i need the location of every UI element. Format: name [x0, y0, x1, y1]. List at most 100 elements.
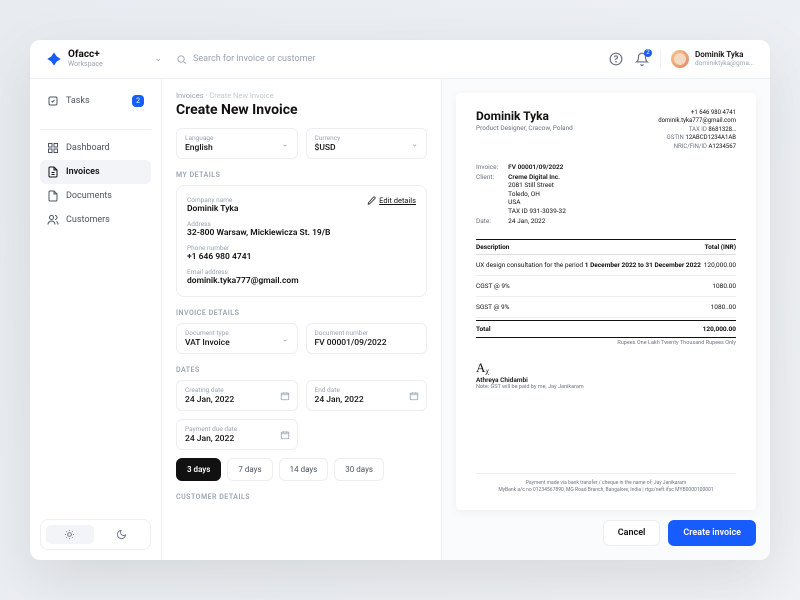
chevron-down-icon: ⌄ [411, 139, 418, 148]
tasks-badge: 2 [132, 95, 144, 107]
sidebar-label: Customers [66, 215, 110, 225]
field-value: 24 Jan, 2022 [185, 434, 289, 444]
field-label: Currency [315, 134, 419, 142]
sgst-label: SGST @ 9% [476, 303, 509, 311]
tasks-icon [47, 95, 59, 107]
total-label: Total [476, 325, 491, 333]
sun-icon [64, 529, 75, 540]
brand-logo-icon [46, 51, 62, 67]
sidebar-item-customers[interactable]: Customers [40, 208, 151, 232]
pill-7days[interactable]: 7 days [227, 458, 272, 481]
pill-14days[interactable]: 14 days [279, 458, 329, 481]
field-value: English [185, 143, 289, 153]
field-label: Payment due date [185, 425, 289, 433]
pill-30days[interactable]: 30 days [334, 458, 384, 481]
calendar-icon [280, 391, 290, 401]
breadcrumb-root[interactable]: Invoices [176, 91, 204, 100]
signature-name: Athreya Chidambi [476, 376, 736, 384]
my-details-card: Edit details Company name Dominik Tyka A… [176, 185, 427, 297]
doc-type-select[interactable]: Document type VAT Invoice ⌄ [176, 323, 298, 354]
app-window: Ofacc+ Workspace ⌄ Search for invoice or… [30, 40, 770, 560]
address-label: Address [187, 220, 416, 228]
body: Tasks 2 Dashboard Invoices Documents Cus… [30, 79, 770, 560]
notification-badge: 2 [644, 49, 652, 57]
field-value: FV 00001/09/2022 [315, 338, 419, 348]
invoices-icon [47, 166, 59, 178]
user-menu[interactable]: Dominik Tyka dominiktyka@gma... [660, 50, 754, 68]
chevron-down-icon: ⌄ [154, 54, 162, 64]
phone-label: Phone number [187, 244, 416, 252]
brand-subtitle: Workspace [68, 60, 103, 68]
doc-footer: Payment made via bank transfer / cheque … [476, 473, 736, 494]
help-icon [609, 52, 623, 66]
sgst-value: 1080..00 [711, 303, 736, 311]
dashboard-icon [47, 142, 59, 154]
notifications-button[interactable]: 2 [634, 51, 650, 67]
field-label: Document number [315, 329, 419, 337]
sidebar-item-documents[interactable]: Documents [40, 184, 151, 208]
help-button[interactable] [608, 51, 624, 67]
avatar [671, 50, 689, 68]
calendar-icon [280, 430, 290, 440]
field-value: $USD [315, 143, 419, 153]
email-value: dominik.tyka777@gmail.com [187, 276, 416, 286]
search-input[interactable]: Search for invoice or customer [176, 54, 594, 65]
signature-mark: Aᵪ [476, 360, 736, 376]
doc-meta: +1 646 980 4741 dominik.tyka777@gmail.co… [658, 109, 736, 151]
doc-name: Dominik Tyka [476, 109, 573, 123]
form-pane: Invoices · Create New Invoice Create New… [162, 79, 442, 560]
edit-details-link[interactable]: Edit details [367, 196, 416, 205]
th-desc: Description [476, 243, 509, 251]
preview-pane: Dominik Tyka Product Designer, Cracow, P… [442, 79, 770, 560]
pill-3days[interactable]: 3 days [176, 458, 221, 481]
section-dates: DATES [176, 366, 427, 374]
end-date-input[interactable]: End date 24 Jan, 2022 [306, 380, 428, 411]
doc-number-input[interactable]: Document number FV 00001/09/2022 [306, 323, 428, 354]
language-select[interactable]: Language English ⌄ [176, 128, 298, 159]
page-title: Create New Invoice [176, 102, 427, 118]
top-actions: 2 Dominik Tyka dominiktyka@gma... [608, 50, 754, 68]
cancel-button[interactable]: Cancel [603, 520, 661, 546]
customers-icon [47, 214, 59, 226]
total-value: 120,000.00 [703, 325, 736, 333]
create-invoice-button[interactable]: Create invoice [668, 520, 756, 546]
field-value: 24 Jan, 2022 [185, 395, 289, 405]
sidebar: Tasks 2 Dashboard Invoices Documents Cus… [30, 79, 162, 560]
theme-light-button[interactable] [46, 525, 94, 544]
line-total: 120,000.00 [704, 261, 736, 269]
address-value: 32-800 Warsaw, Mickiewicza St. 19/B [187, 228, 416, 238]
pencil-icon [367, 196, 376, 205]
user-name: Dominik Tyka [695, 51, 754, 60]
due-date-input[interactable]: Payment due date 24 Jan, 2022 [176, 419, 298, 450]
signature: Aᵪ Athreya Chidambi Note: GST will be pa… [476, 360, 736, 390]
duration-pills: 3 days 7 days 14 days 30 days [176, 458, 427, 481]
main: Invoices · Create New Invoice Create New… [162, 79, 770, 560]
email-label: Email address [187, 268, 416, 276]
search-icon [176, 54, 187, 65]
chevron-down-icon: ⌄ [282, 139, 289, 148]
total-words: Rupees One Lakh Twenty Thousand Rupees O… [476, 340, 736, 346]
company-value: Dominik Tyka [187, 204, 416, 214]
doc-role: Product Designer, Cracow, Poland [476, 124, 573, 132]
sidebar-item-tasks[interactable]: Tasks 2 [40, 89, 151, 113]
currency-select[interactable]: Currency $USD ⌄ [306, 128, 428, 159]
breadcrumb-current: Create New Invoice [209, 91, 273, 100]
field-value: 24 Jan, 2022 [315, 395, 419, 405]
field-label: Document type [185, 329, 289, 337]
calendar-icon [409, 391, 419, 401]
field-value: VAT Invoice [185, 338, 289, 348]
sidebar-item-invoices[interactable]: Invoices [40, 160, 151, 184]
th-total: Total (INR) [705, 243, 736, 251]
section-invoice-details: INVOICE DETAILS [176, 309, 427, 317]
workspace-switcher[interactable]: Ofacc+ Workspace ⌄ [46, 50, 162, 68]
theme-dark-button[interactable] [98, 525, 146, 544]
field-label: Language [185, 134, 289, 142]
sidebar-label: Documents [66, 191, 112, 201]
creating-date-input[interactable]: Creating date 24 Jan, 2022 [176, 380, 298, 411]
sidebar-item-dashboard[interactable]: Dashboard [40, 136, 151, 160]
theme-toggle [40, 519, 151, 550]
moon-icon [116, 529, 127, 540]
section-customer-details: CUSTOMER DETAILS [176, 493, 427, 501]
phone-value: +1 646 980 4741 [187, 252, 416, 262]
sidebar-label: Dashboard [66, 143, 110, 153]
